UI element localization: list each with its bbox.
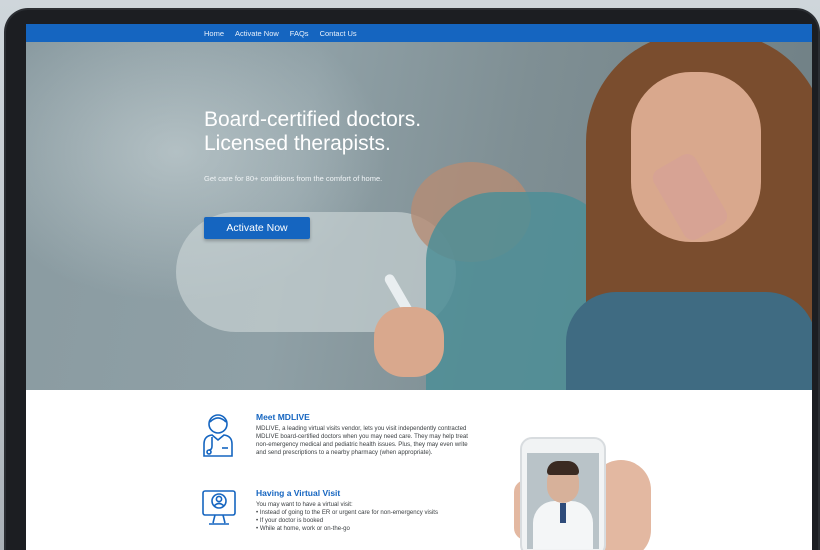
visit-bullet: Instead of going to the ER or urgent car… <box>256 509 536 517</box>
top-nav: Home Activate Now FAQs Contact Us <box>26 24 812 42</box>
phone-mockup <box>520 437 606 550</box>
hero-banner: Board-certified doctors. Licensed therap… <box>26 42 812 390</box>
hero-image-hand <box>374 307 444 377</box>
nav-activate-now[interactable]: Activate Now <box>235 29 279 38</box>
meet-body-line: MDLIVE, a leading virtual visits vendor,… <box>256 425 467 432</box>
meet-title: Meet MDLIVE <box>256 412 310 422</box>
doctor-icon <box>200 412 236 457</box>
activate-now-button[interactable]: Activate Now <box>204 217 310 239</box>
visit-intro: You may want to have a virtual visit: <box>256 501 353 508</box>
visit-bullet: If your doctor is booked <box>256 517 536 525</box>
nav-faqs[interactable]: FAQs <box>290 29 309 38</box>
meet-body-line: non-emergency medical and pediatric heal… <box>256 441 468 448</box>
hero-title: Board-certified doctors. Licensed therap… <box>204 108 421 156</box>
nav-home[interactable]: Home <box>204 29 224 38</box>
hero-subtitle: Get care for 80+ conditions from the com… <box>204 174 383 183</box>
meet-body: MDLIVE, a leading virtual visits vendor,… <box>256 425 536 457</box>
hero-image-mother-shirt <box>566 292 812 390</box>
hero-title-line2: Licensed therapists. <box>204 132 391 155</box>
visit-title: Having a Virtual Visit <box>256 488 341 498</box>
doctor-hair <box>547 461 579 475</box>
visit-bullet-list: Instead of going to the ER or urgent car… <box>256 509 536 533</box>
nav-contact-us[interactable]: Contact Us <box>320 29 357 38</box>
hero-title-line1: Board-certified doctors. <box>204 108 422 131</box>
meet-body-line: MDLIVE board-certified doctors when you … <box>256 433 468 440</box>
doctor-tie <box>560 503 566 523</box>
visit-bullet: While at home, work or on-the-go <box>256 525 536 533</box>
browser-viewport: Home Activate Now FAQs Contact Us Board-… <box>26 24 812 550</box>
video-call-screen <box>527 453 599 549</box>
info-section: Meet MDLIVE MDLIVE, a leading virtual vi… <box>26 390 812 550</box>
meet-body-line: and send prescriptions to a nearby pharm… <box>256 449 433 456</box>
visit-body: You may want to have a virtual visit: In… <box>256 501 536 533</box>
video-call-icon <box>200 488 236 525</box>
laptop-frame: Home Activate Now FAQs Contact Us Board-… <box>6 10 818 550</box>
